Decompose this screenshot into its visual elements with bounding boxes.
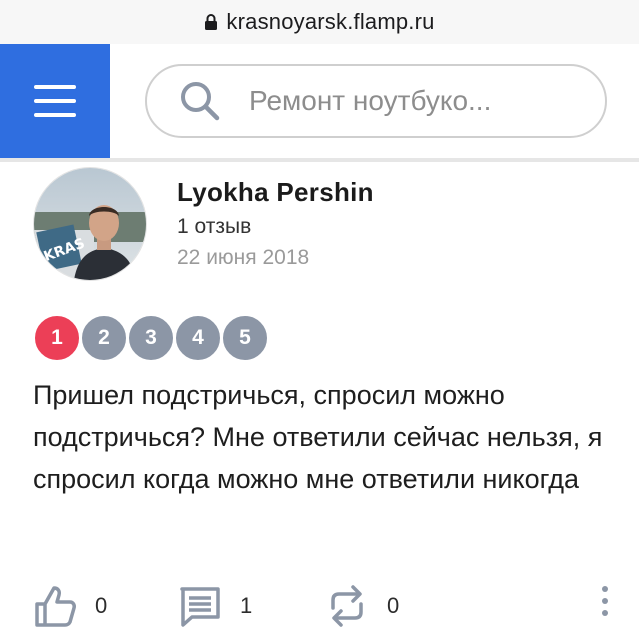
browser-url: krasnoyarsk.flamp.ru [226,9,435,34]
thumbs-up-icon [35,586,76,627]
review-actions: 0 1 0 [33,584,608,628]
browser-address-bar[interactable]: krasnoyarsk.flamp.ru [0,0,639,44]
comment-button[interactable]: 1 [178,584,252,628]
rating-dot-4: 4 [174,314,222,362]
lock-icon [205,14,218,30]
menu-button[interactable] [0,44,110,158]
rating-dot-5: 5 [221,314,269,362]
avatar-photo: KRAS [34,168,146,280]
review-text: Пришел подстричься, спросил можно подстр… [33,380,603,494]
repost-count: 0 [387,593,400,618]
avatar[interactable]: KRAS [33,167,147,281]
like-button[interactable]: 0 [33,584,107,628]
repost-button[interactable]: 0 [325,584,399,628]
author-review-count[interactable]: 1 отзыв [177,215,251,239]
search-box[interactable] [145,64,607,138]
more-options-button[interactable] [602,586,608,616]
more-vertical-icon [602,586,608,592]
search-icon [181,82,220,121]
like-count: 0 [95,593,108,618]
comment-icon [180,587,220,627]
rating: 1 2 3 4 5 [33,314,269,362]
rating-dot-1: 1 [33,314,81,362]
repost-icon [331,585,363,627]
review-date: 22 июня 2018 [177,246,310,269]
rating-dot-3: 3 [127,314,175,362]
site-header [0,44,639,162]
comment-count: 1 [240,593,253,618]
rating-dot-2: 2 [80,314,128,362]
author-name[interactable]: Lyokha Pershin [177,177,374,208]
search-input[interactable] [247,84,551,118]
hamburger-menu-icon [34,85,76,89]
